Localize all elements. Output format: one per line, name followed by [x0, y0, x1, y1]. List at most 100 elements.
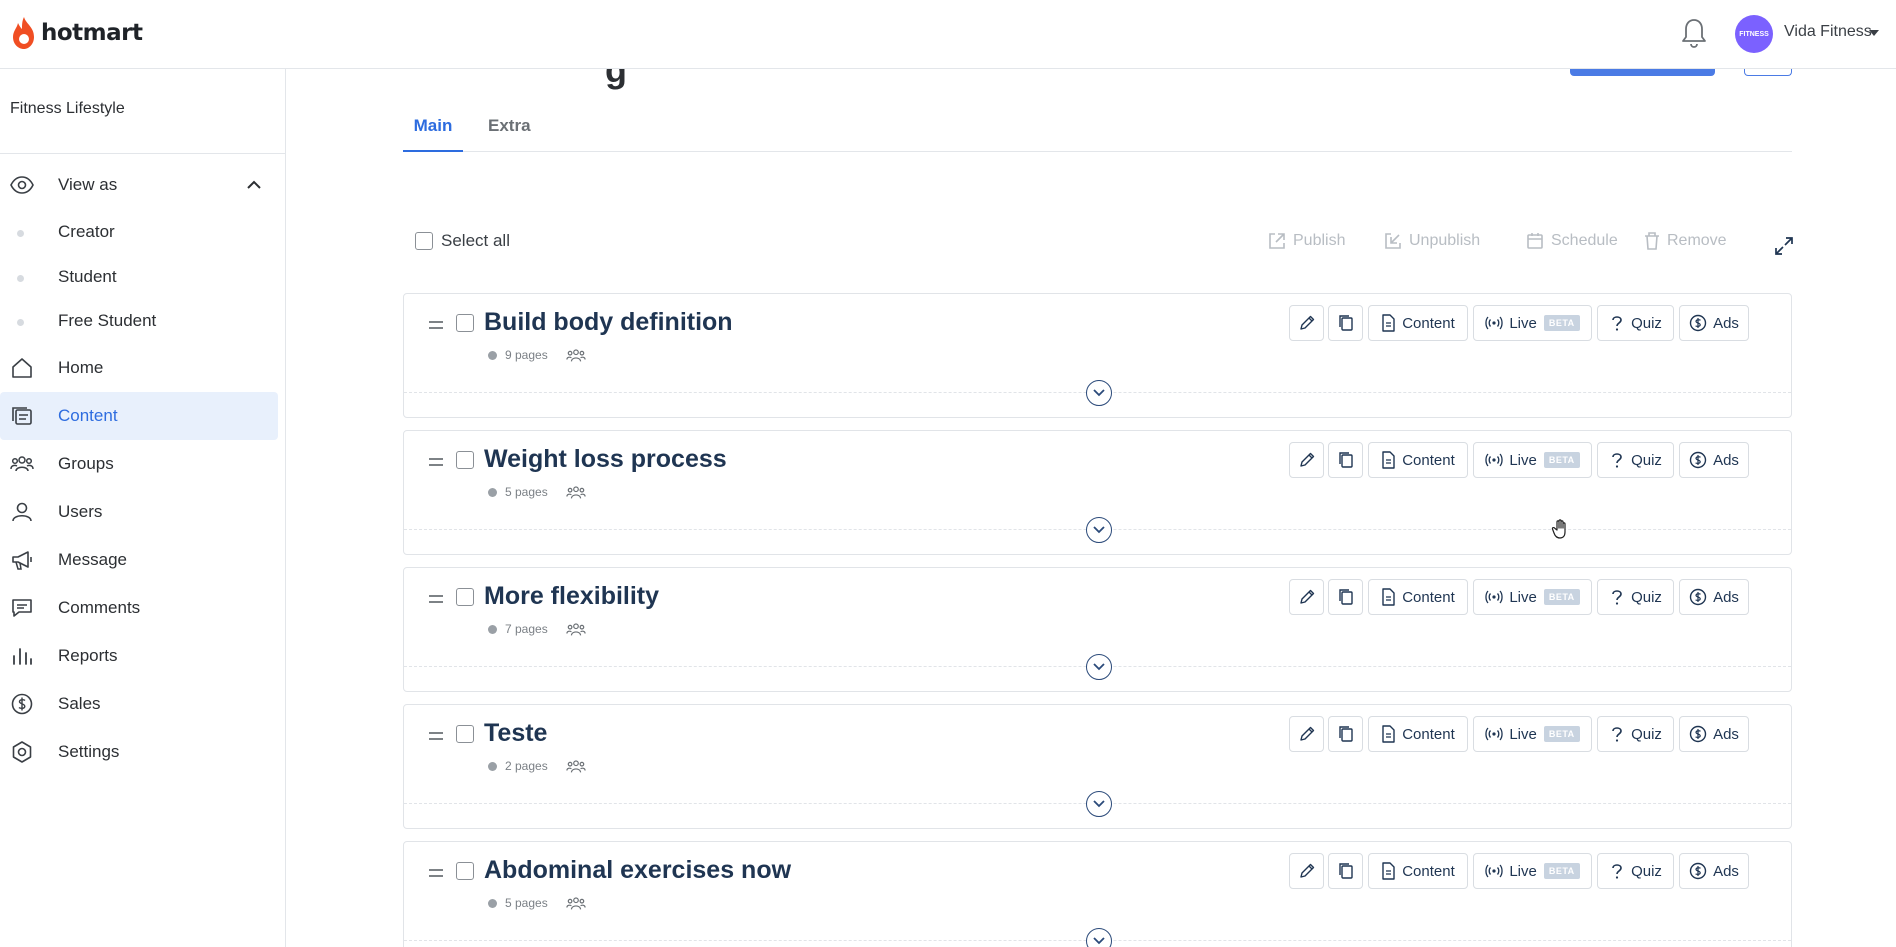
- module-card[interactable]: Teste 2 pages Content Live BETA Quiz Ads: [403, 704, 1792, 829]
- tab-extra[interactable]: Extra: [488, 116, 531, 152]
- content-button[interactable]: Content: [1368, 305, 1468, 341]
- live-button[interactable]: Live BETA: [1473, 853, 1592, 889]
- quiz-button[interactable]: Quiz: [1597, 716, 1674, 752]
- view-as-student[interactable]: Student: [0, 257, 278, 297]
- module-title[interactable]: Abdominal exercises now: [484, 856, 791, 885]
- sidebar-item-settings[interactable]: Settings: [0, 728, 278, 776]
- chevron-up-icon: [247, 180, 261, 189]
- page-count: 2 pages: [505, 759, 548, 773]
- module-title[interactable]: Weight loss process: [484, 445, 727, 474]
- drag-handle-icon[interactable]: [428, 594, 444, 604]
- duplicate-button[interactable]: [1328, 716, 1363, 752]
- sidebar-item-groups[interactable]: Groups: [0, 440, 278, 488]
- view-as-free-student[interactable]: Free Student: [0, 301, 278, 341]
- content-button[interactable]: Content: [1368, 853, 1468, 889]
- ads-button[interactable]: Ads: [1679, 853, 1749, 889]
- live-button[interactable]: Live BETA: [1473, 579, 1592, 615]
- sidebar-divider: [0, 153, 285, 154]
- unpublish-button[interactable]: Unpublish: [1383, 231, 1480, 251]
- module-title[interactable]: More flexibility: [484, 582, 659, 611]
- drag-handle-icon[interactable]: [428, 320, 444, 330]
- chevron-down-icon: [1093, 800, 1105, 808]
- live-button[interactable]: Live BETA: [1473, 442, 1592, 478]
- broadcast-icon: [1485, 864, 1503, 878]
- expand-icon[interactable]: [1773, 235, 1795, 257]
- ads-button[interactable]: Ads: [1679, 305, 1749, 341]
- module-checkbox[interactable]: [456, 725, 474, 743]
- module-checkbox[interactable]: [456, 588, 474, 606]
- sidebar-item-sales[interactable]: Sales: [0, 680, 278, 728]
- avatar-text: FITNESS: [1739, 30, 1769, 38]
- expand-module-button[interactable]: [1086, 517, 1112, 543]
- edit-button[interactable]: [1289, 853, 1324, 889]
- view-as-creator[interactable]: Creator: [0, 212, 278, 252]
- duplicate-button[interactable]: [1328, 442, 1363, 478]
- ads-button[interactable]: Ads: [1679, 579, 1749, 615]
- quiz-button[interactable]: Quiz: [1597, 579, 1674, 615]
- beta-badge: BETA: [1543, 863, 1580, 879]
- module-card[interactable]: Weight loss process 5 pages Content Live BET…: [403, 430, 1792, 555]
- content-button[interactable]: Content: [1368, 579, 1468, 615]
- module-meta: 5 pages: [488, 895, 586, 911]
- live-button[interactable]: Live BETA: [1473, 716, 1592, 752]
- quiz-button[interactable]: Quiz: [1597, 305, 1674, 341]
- drag-handle-icon[interactable]: [428, 731, 444, 741]
- broadcast-icon: [1485, 316, 1503, 330]
- module-checkbox[interactable]: [456, 451, 474, 469]
- publish-button[interactable]: Publish: [1267, 231, 1345, 251]
- module-card[interactable]: Abdominal exercises now 5 pages Content Liv…: [403, 841, 1792, 947]
- content-button[interactable]: Content: [1368, 442, 1468, 478]
- expand-module-button[interactable]: [1086, 380, 1112, 406]
- sidebar-item-reports[interactable]: Reports: [0, 632, 278, 680]
- logo-text: hotmart: [41, 20, 143, 46]
- beta-badge: BETA: [1543, 726, 1580, 742]
- edit-button[interactable]: [1289, 442, 1324, 478]
- hotmart-logo[interactable]: hotmart: [10, 13, 143, 53]
- module-title[interactable]: Build body definition: [484, 308, 733, 337]
- module-title[interactable]: Teste: [484, 719, 547, 748]
- expand-module-button[interactable]: [1086, 654, 1112, 680]
- avatar[interactable]: FITNESS: [1735, 15, 1773, 53]
- drag-handle-icon[interactable]: [428, 457, 444, 467]
- live-button[interactable]: Live BETA: [1473, 305, 1592, 341]
- document-icon: [1382, 862, 1395, 880]
- quiz-button[interactable]: Quiz: [1597, 442, 1674, 478]
- select-all-checkbox[interactable]: [415, 232, 433, 250]
- caret-down-icon[interactable]: [1869, 30, 1879, 36]
- user-name[interactable]: Vida Fitness: [1784, 23, 1872, 41]
- duplicate-button[interactable]: [1328, 579, 1363, 615]
- module-meta: 9 pages: [488, 347, 586, 363]
- comments-icon: [12, 599, 32, 617]
- content-button[interactable]: Content: [1368, 716, 1468, 752]
- sidebar-item-home[interactable]: Home: [0, 344, 278, 392]
- tab-main[interactable]: Main: [403, 116, 463, 152]
- remove-button[interactable]: Remove: [1643, 231, 1727, 251]
- edit-button[interactable]: [1289, 579, 1324, 615]
- quiz-button[interactable]: Quiz: [1597, 853, 1674, 889]
- duplicate-button[interactable]: [1328, 305, 1363, 341]
- chevron-down-icon: [1093, 937, 1105, 945]
- view-as-toggle[interactable]: View as: [0, 161, 278, 209]
- sidebar-item-content[interactable]: Content: [0, 392, 278, 440]
- module-checkbox[interactable]: [456, 314, 474, 332]
- sidebar-item-users[interactable]: Users: [0, 488, 278, 536]
- duplicate-button[interactable]: [1328, 853, 1363, 889]
- view-option-label: Creator: [58, 222, 115, 241]
- bell-icon[interactable]: [1680, 16, 1708, 50]
- ads-button[interactable]: Ads: [1679, 716, 1749, 752]
- drag-handle-icon[interactable]: [428, 868, 444, 878]
- schedule-button[interactable]: Schedule: [1525, 231, 1618, 251]
- edit-button[interactable]: [1289, 716, 1324, 752]
- module-checkbox[interactable]: [456, 862, 474, 880]
- sidebar-item-message[interactable]: Message: [0, 536, 278, 584]
- expand-module-button[interactable]: [1086, 791, 1112, 817]
- edit-button[interactable]: [1289, 305, 1324, 341]
- module-card[interactable]: More flexibility 7 pages Content Live BETA Qu…: [403, 567, 1792, 692]
- bullet-dot: [17, 275, 24, 282]
- ads-dollar-icon: [1689, 451, 1707, 469]
- module-card[interactable]: Build body definition 9 pages Content Live B…: [403, 293, 1792, 418]
- ads-button[interactable]: Ads: [1679, 442, 1749, 478]
- select-all[interactable]: Select all: [415, 231, 510, 251]
- sidebar-item-comments[interactable]: Comments: [0, 584, 278, 632]
- expand-module-button[interactable]: [1086, 928, 1112, 947]
